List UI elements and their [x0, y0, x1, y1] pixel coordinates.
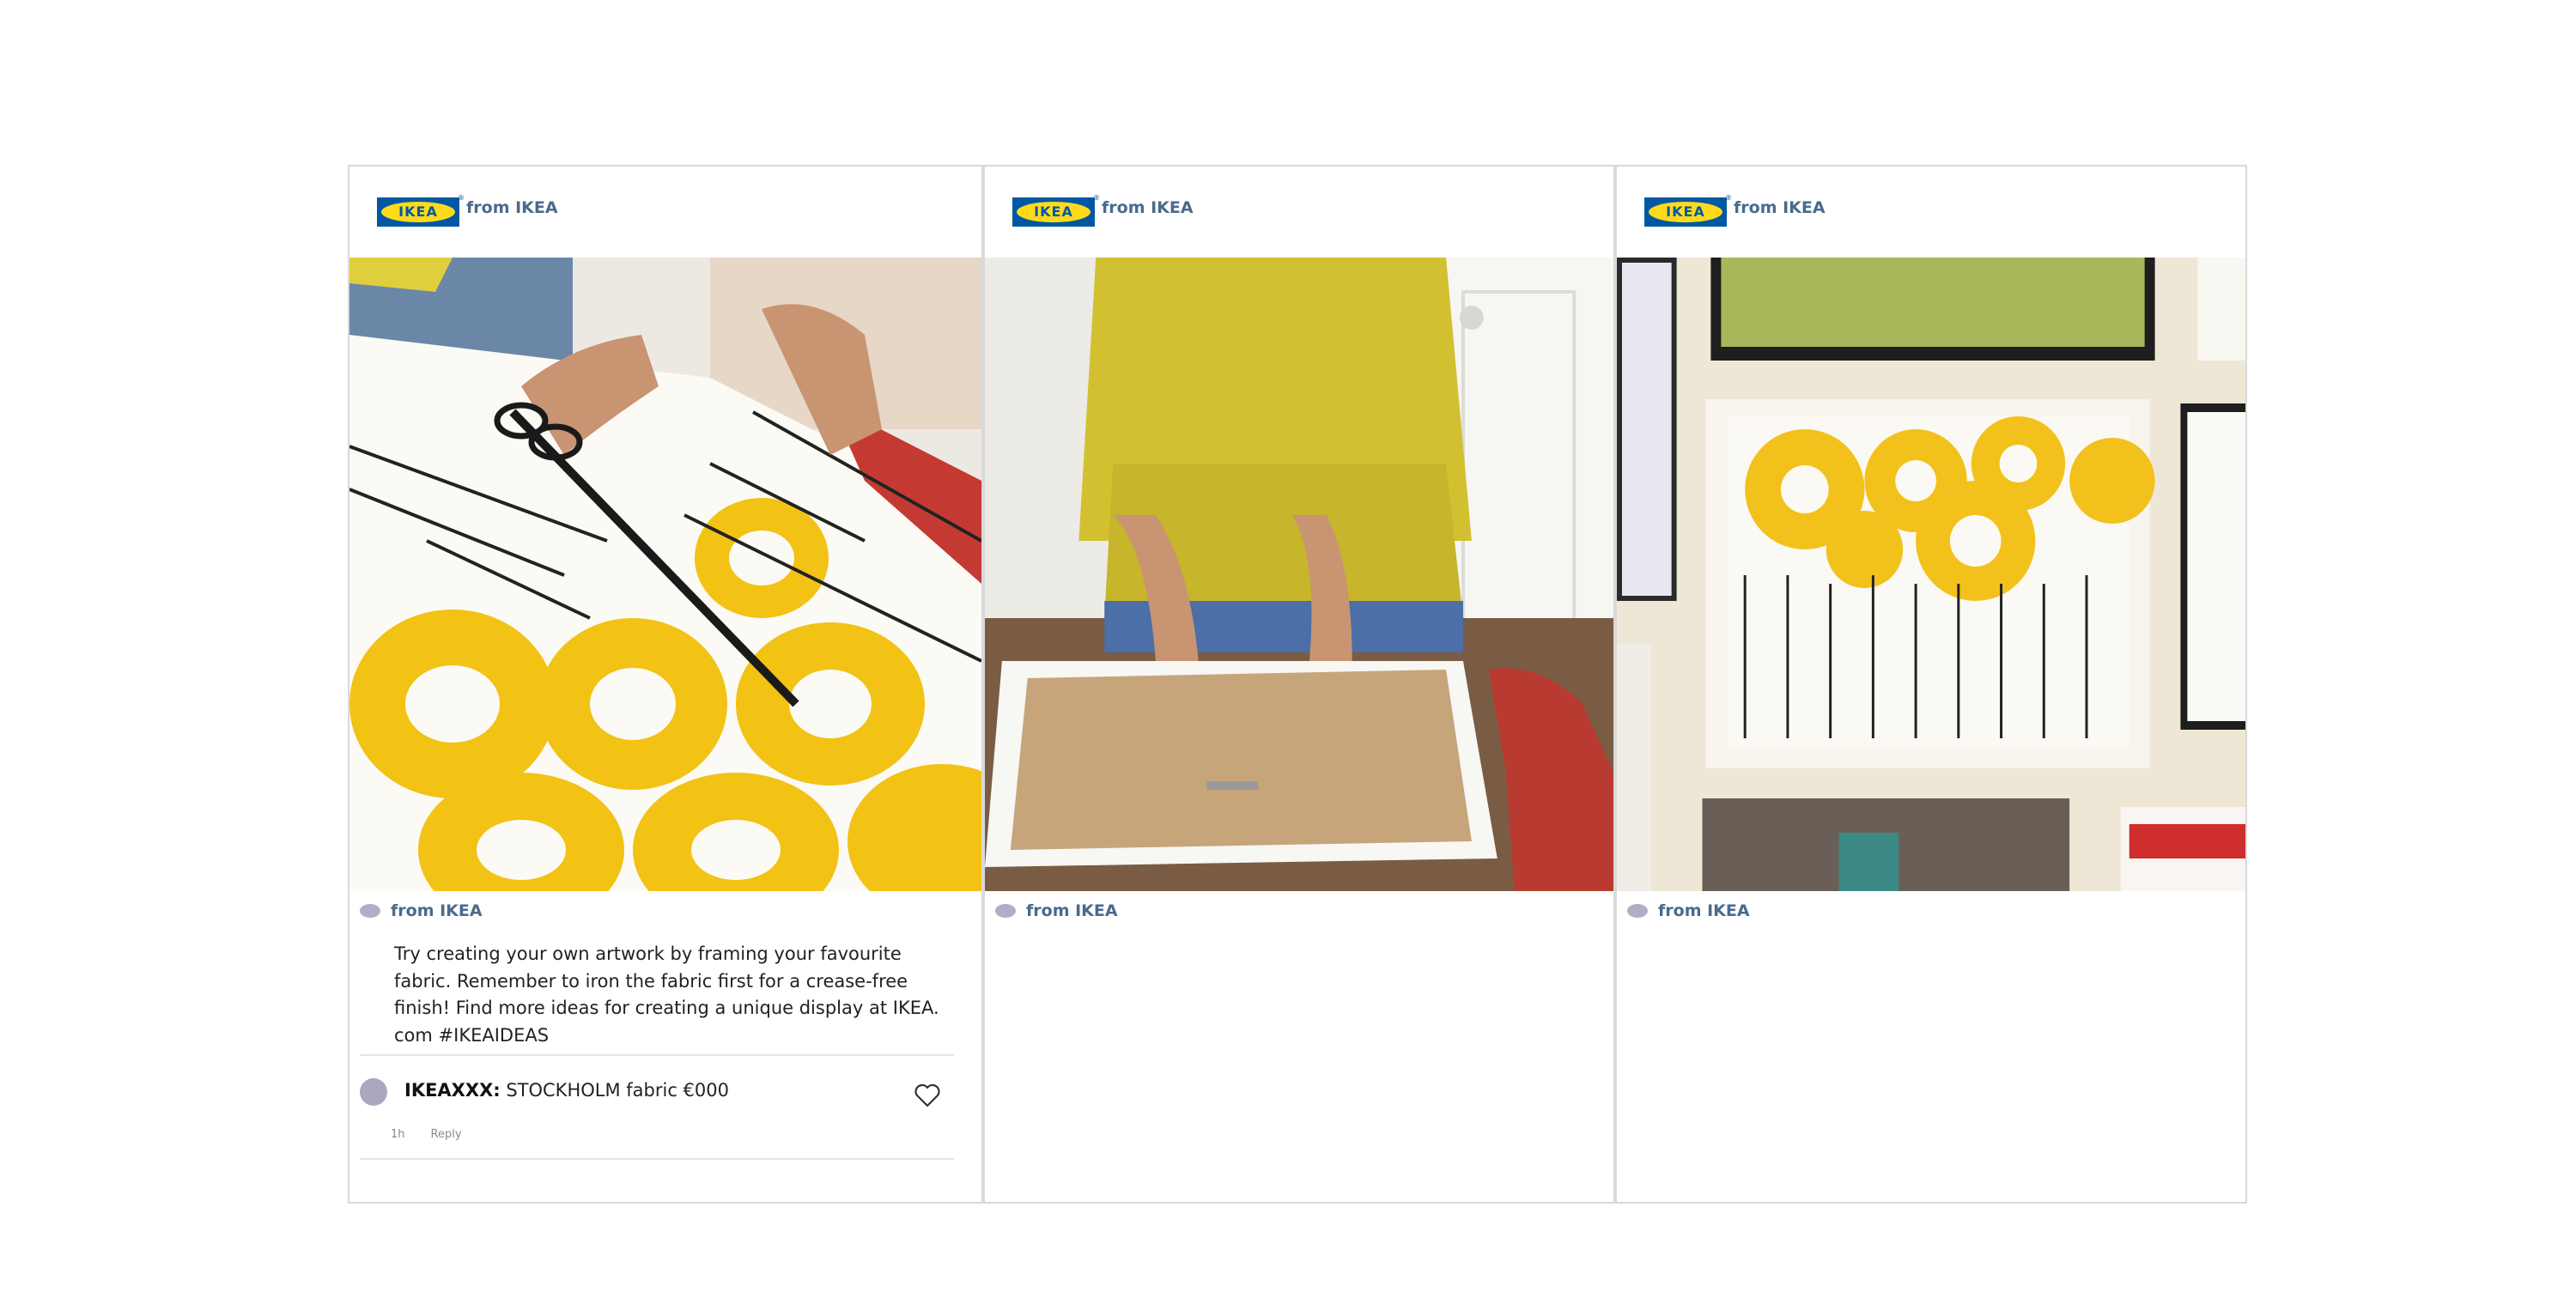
card-header: IKEA ® from IKEA	[985, 167, 1613, 258]
meta-source-label[interactable]: from IKEA	[391, 901, 483, 920]
header-source-label: from IKEA	[466, 198, 558, 217]
post-meta: from IKEA	[985, 891, 1613, 931]
framing-photo	[985, 258, 1613, 891]
divider	[360, 1158, 954, 1160]
header-source-label: from IKEA	[1734, 198, 1826, 217]
post-image[interactable]	[985, 258, 1613, 891]
gallery-wall-photo	[1617, 258, 2245, 891]
meta-source-label[interactable]: from IKEA	[1658, 901, 1750, 920]
source-dot-icon	[360, 904, 380, 918]
post-caption: Try creating your own artwork by framing…	[394, 943, 939, 1046]
carousel: IKEA ® from IKEA from IKEA Try creating …	[348, 165, 2247, 1204]
card-header: IKEA ® from IKEA	[349, 167, 981, 258]
post-card-3[interactable]: IKEA ® from IKEA from IKEA	[1613, 167, 2245, 1202]
header-source-label: from IKEA	[1102, 198, 1194, 217]
ikea-logo-icon: IKEA ®	[1012, 194, 1100, 227]
like-heart-icon[interactable]	[914, 1083, 940, 1107]
reply-link[interactable]: Reply	[431, 1128, 462, 1141]
fabric-cutting-photo	[349, 258, 981, 891]
source-dot-icon	[995, 904, 1016, 918]
post-meta: from IKEA	[1617, 891, 2245, 931]
comment-time: 1h	[391, 1128, 405, 1141]
card-header: IKEA ® from IKEA	[1617, 167, 2245, 258]
ikea-logo-icon: IKEA ®	[1644, 194, 1732, 227]
avatar[interactable]	[360, 1078, 387, 1106]
meta-source-label[interactable]: from IKEA	[1026, 901, 1118, 920]
post-image[interactable]	[1617, 258, 2245, 891]
post-card-2[interactable]: IKEA ® from IKEA from IKEA	[981, 167, 1613, 1202]
comment-actions: 1h Reply	[349, 1128, 981, 1141]
source-dot-icon	[1627, 904, 1648, 918]
ikea-logo-icon: IKEA ®	[377, 194, 465, 227]
comment-user[interactable]: IKEAXXX:	[404, 1080, 501, 1101]
post-image[interactable]	[349, 258, 981, 891]
comment-body: STOCKHOLM fabric €000	[500, 1080, 729, 1101]
comment: IKEAXXX: STOCKHOLM fabric €000	[349, 1056, 981, 1114]
comment-text: IKEAXXX: STOCKHOLM fabric €000	[404, 1080, 729, 1101]
post-card-1[interactable]: IKEA ® from IKEA from IKEA Try creating …	[349, 167, 981, 1202]
post-meta: from IKEA	[349, 891, 981, 931]
